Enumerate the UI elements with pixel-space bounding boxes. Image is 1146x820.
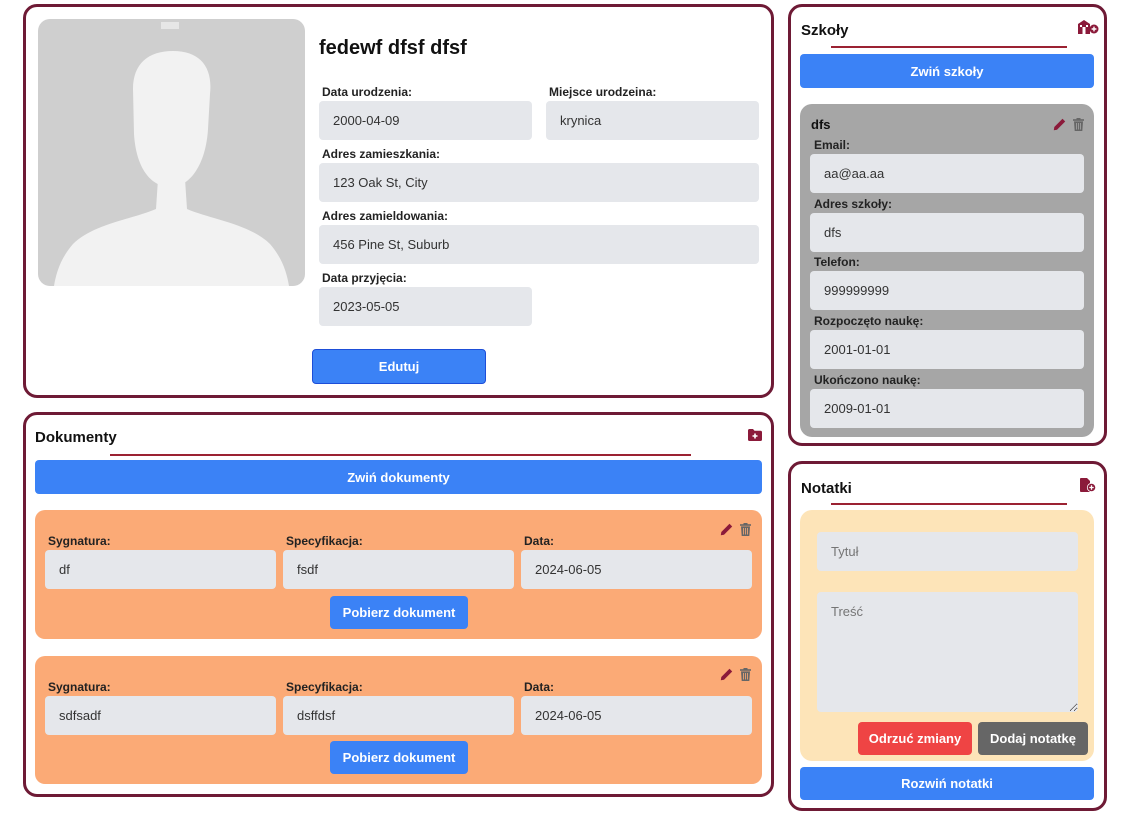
- address-value: 123 Oak St, City: [319, 163, 759, 202]
- notes-title: Notatki: [801, 480, 852, 497]
- collapse-documents-button[interactable]: Zwiń dokumenty: [35, 460, 762, 494]
- add-note-button[interactable]: Dodaj notatkę: [978, 722, 1088, 755]
- trash-icon[interactable]: [1071, 117, 1086, 132]
- download-document-button[interactable]: Pobierz dokument: [330, 596, 468, 629]
- birth-place-value: krynica: [546, 101, 759, 140]
- documents-panel: Dokumenty Zwiń dokumenty Sygnatura: df S…: [23, 412, 774, 797]
- school-address-label: Adres szkoły:: [814, 197, 893, 211]
- download-document-button[interactable]: Pobierz dokument: [330, 741, 468, 774]
- avatar-placeholder-icon: [54, 22, 289, 286]
- documents-underline: [110, 454, 691, 456]
- date-value: 2024-06-05: [521, 696, 752, 735]
- specification-value: dsffdsf: [283, 696, 514, 735]
- birth-date-label: Data urodzenia:: [322, 85, 413, 99]
- avatar: [38, 19, 305, 286]
- date-label: Data:: [524, 534, 555, 548]
- school-address-value: dfs: [810, 213, 1084, 252]
- schools-panel: Szkoły Zwiń szkoły dfs Email: aa@aa.aa A…: [788, 4, 1107, 446]
- school-name: dfs: [811, 117, 831, 132]
- profile-panel: fedewf dfsf dfsf Data urodzenia: 2000-04…: [23, 4, 774, 398]
- school-end-value: 2009-01-01: [810, 389, 1084, 428]
- notes-underline: [831, 503, 1067, 505]
- school-add-icon[interactable]: [1077, 19, 1099, 35]
- file-add-icon[interactable]: [1079, 477, 1097, 493]
- edit-profile-button[interactable]: Edutuj: [312, 349, 486, 384]
- schools-title: Szkoły: [801, 22, 849, 39]
- birth-place-label: Miejsce urodzeina:: [549, 85, 657, 99]
- discard-changes-button[interactable]: Odrzuć zmiany: [858, 722, 972, 755]
- document-card: Sygnatura: df Specyfikacja: fsdf Data: 2…: [35, 510, 762, 639]
- registered-address-label: Adres zamieldowania:: [322, 209, 449, 223]
- trash-icon[interactable]: [738, 522, 753, 537]
- expand-notes-button[interactable]: Rozwiń notatki: [800, 767, 1094, 800]
- address-label: Adres zamieszkania:: [322, 147, 441, 161]
- note-content-input[interactable]: [817, 592, 1078, 712]
- date-label: Data:: [524, 680, 555, 694]
- pencil-icon[interactable]: [719, 522, 734, 537]
- school-end-label: Ukończono naukę:: [814, 373, 921, 387]
- signature-label: Sygnatura:: [48, 680, 111, 694]
- school-email-value: aa@aa.aa: [810, 154, 1084, 193]
- date-value: 2024-06-05: [521, 550, 752, 589]
- specification-value: fsdf: [283, 550, 514, 589]
- note-title-input[interactable]: [817, 532, 1078, 571]
- registered-address-value: 456 Pine St, Suburb: [319, 225, 759, 264]
- school-phone-label: Telefon:: [814, 255, 860, 269]
- pencil-icon[interactable]: [1052, 117, 1067, 132]
- school-phone-value: 999999999: [810, 271, 1084, 310]
- specification-label: Specyfikacja:: [286, 534, 363, 548]
- signature-value: df: [45, 550, 276, 589]
- schools-underline: [831, 46, 1067, 48]
- profile-name: fedewf dfsf dfsf: [319, 37, 467, 59]
- trash-icon[interactable]: [738, 667, 753, 682]
- admission-date-label: Data przyjęcia:: [322, 271, 407, 285]
- admission-date-value: 2023-05-05: [319, 287, 532, 326]
- folder-add-icon[interactable]: [747, 427, 763, 443]
- school-start-label: Rozpoczęto naukę:: [814, 314, 924, 328]
- specification-label: Specyfikacja:: [286, 680, 363, 694]
- school-card: dfs Email: aa@aa.aa Adres szkoły: dfs Te…: [800, 104, 1094, 437]
- pencil-icon[interactable]: [719, 667, 734, 682]
- collapse-schools-button[interactable]: Zwiń szkoły: [800, 54, 1094, 88]
- document-card: Sygnatura: sdfsadf Specyfikacja: dsffdsf…: [35, 656, 762, 784]
- notes-panel: Notatki Odrzuć zmiany Dodaj notatkę Rozw…: [788, 461, 1107, 811]
- school-start-value: 2001-01-01: [810, 330, 1084, 369]
- school-email-label: Email:: [814, 138, 851, 152]
- note-editor-card: Odrzuć zmiany Dodaj notatkę: [800, 510, 1094, 761]
- signature-value: sdfsadf: [45, 696, 276, 735]
- signature-label: Sygnatura:: [48, 534, 111, 548]
- documents-title: Dokumenty: [35, 429, 117, 446]
- birth-date-value: 2000-04-09: [319, 101, 532, 140]
